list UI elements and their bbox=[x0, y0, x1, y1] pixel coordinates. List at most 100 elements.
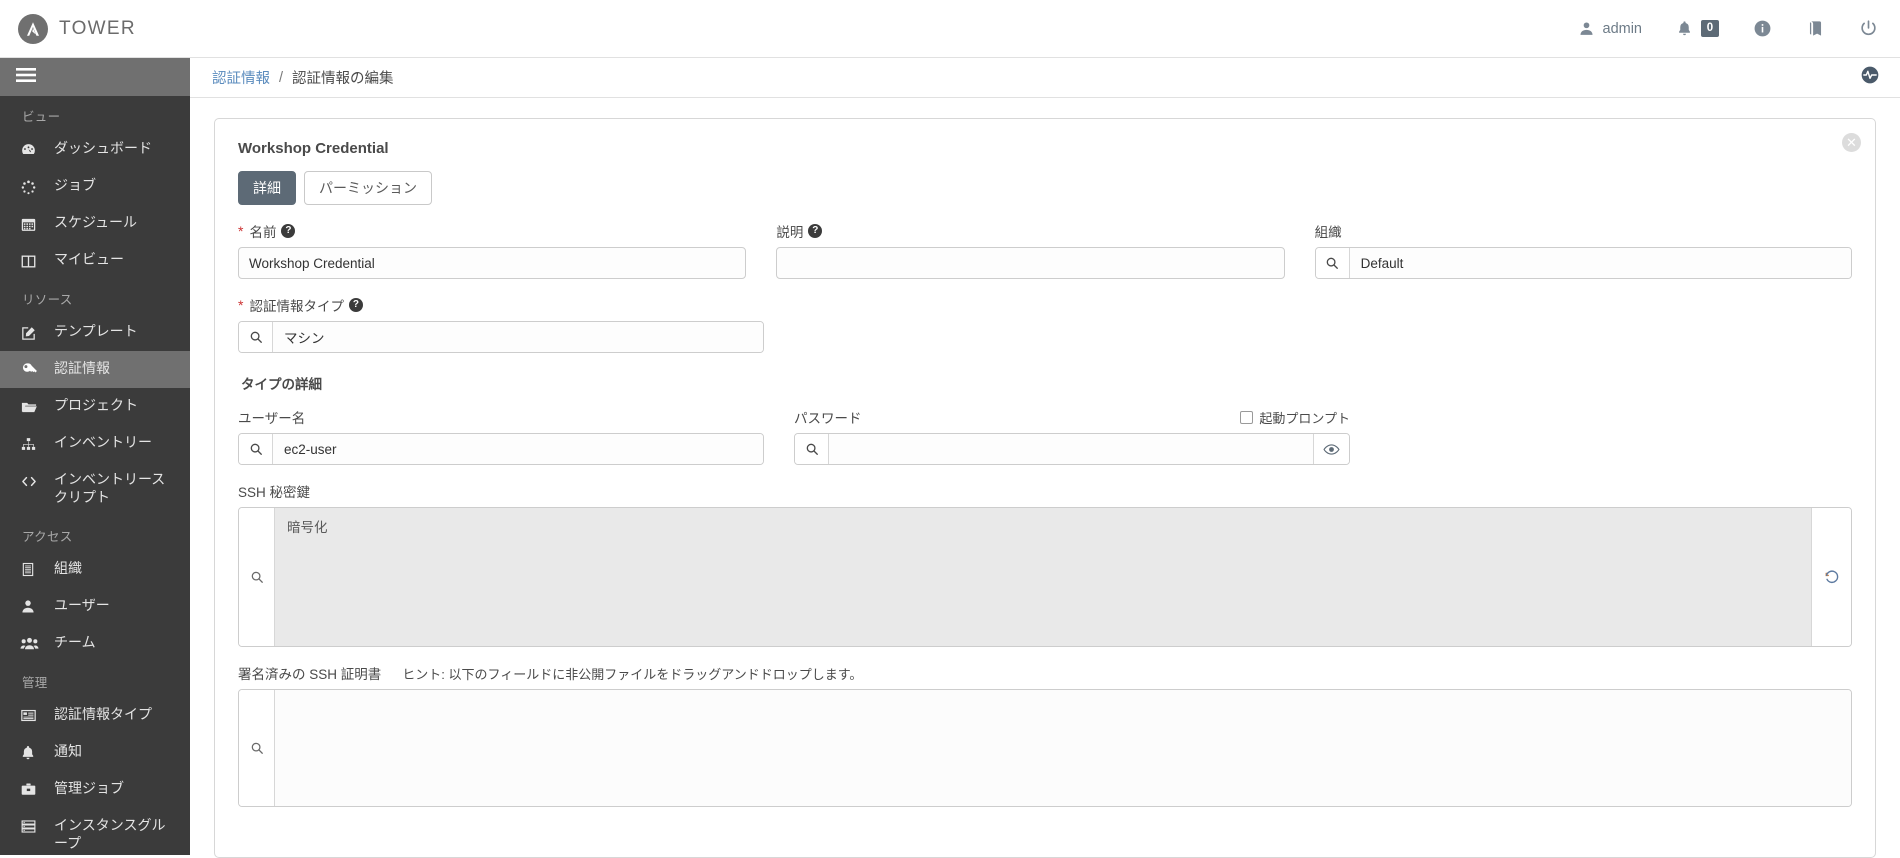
activity-stream-icon[interactable] bbox=[1860, 65, 1880, 90]
username-input[interactable]: ec2-user bbox=[273, 434, 763, 464]
credential-type-input[interactable]: マシン bbox=[273, 322, 763, 352]
ssh-private-key-label-row: SSH 秘密鍵 bbox=[238, 481, 1852, 501]
brand[interactable]: TOWER bbox=[18, 13, 136, 44]
close-icon[interactable]: ✕ bbox=[1842, 133, 1861, 152]
eye-icon[interactable] bbox=[1313, 434, 1349, 464]
signed-ssh-cert-label: 署名済みの SSH 証明書 bbox=[238, 667, 382, 682]
sidebar-item-label: テンプレート bbox=[54, 323, 138, 339]
sidebar-item-label: プロジェクト bbox=[54, 397, 138, 413]
ask-at-launch-toggle[interactable]: 起動プロンプト bbox=[1240, 408, 1350, 427]
hamburger-icon bbox=[16, 67, 36, 88]
ask-at-launch-checkbox[interactable] bbox=[1240, 410, 1254, 424]
sidebar-item-templates[interactable]: テンプレート bbox=[0, 314, 190, 351]
sidebar-item-users[interactable]: ユーザー bbox=[0, 588, 190, 625]
bell-icon bbox=[20, 744, 42, 762]
breadcrumb-current: 認証情報の編集 bbox=[292, 71, 394, 87]
signed-ssh-cert-textarea[interactable] bbox=[275, 690, 1851, 806]
users-icon bbox=[20, 635, 42, 653]
user-menu[interactable]: admin bbox=[1578, 20, 1642, 37]
sidebar-item-instance-groups[interactable]: インスタンスグループ bbox=[0, 808, 190, 855]
name-input[interactable]: Workshop Credential bbox=[238, 247, 747, 279]
logout-button[interactable] bbox=[1859, 19, 1878, 38]
tab-details[interactable]: 詳細 bbox=[238, 171, 296, 205]
credential-type-input-value: マシン bbox=[284, 331, 325, 346]
name-required-marker: * bbox=[238, 223, 244, 239]
ssh-private-key-value: 暗号化 bbox=[287, 520, 328, 535]
sidebar-toggle[interactable] bbox=[0, 58, 190, 96]
about-button[interactable] bbox=[1753, 19, 1772, 38]
sidebar-item-inventories[interactable]: インベントリー bbox=[0, 425, 190, 462]
brand-text: TOWER bbox=[59, 17, 136, 39]
sidebar-item-label: インベントリー bbox=[54, 434, 152, 450]
field-credential-type: * 認証情報タイプ ? マシン bbox=[238, 295, 794, 353]
ssh-private-key-label: SSH 秘密鍵 bbox=[238, 485, 311, 500]
main-region: 認証情報 / 認証情報の編集 ✕ Workshop Credential 詳細 … bbox=[190, 58, 1900, 858]
sidebar-item-projects[interactable]: プロジェクト bbox=[0, 388, 190, 425]
search-icon[interactable] bbox=[239, 508, 275, 646]
question-icon[interactable]: ? bbox=[281, 224, 296, 238]
template-edit-icon bbox=[20, 324, 42, 342]
field-name: * 名前 ? Workshop Credential bbox=[238, 221, 776, 279]
password-label-row: パスワード 起動プロンプト bbox=[794, 407, 1350, 427]
bell-icon bbox=[1676, 20, 1693, 37]
building-icon bbox=[20, 561, 42, 579]
organization-input-value: Default bbox=[1360, 255, 1404, 271]
field-organization: 組織 Default bbox=[1314, 221, 1852, 279]
organization-label-row: 組織 bbox=[1315, 221, 1852, 241]
ssh-private-key-textarea[interactable]: 暗号化 bbox=[275, 508, 1811, 646]
sidebar-item-management-jobs[interactable]: 管理ジョブ bbox=[0, 771, 190, 808]
sidebar-item-jobs[interactable]: ジョブ bbox=[0, 168, 190, 205]
form-row-1: * 名前 ? Workshop Credential 説明 ? 組織 Defau… bbox=[238, 221, 1852, 279]
sidebar-item-credentials[interactable]: 認証情報 bbox=[0, 351, 190, 388]
breadcrumb-parent[interactable]: 認証情報 bbox=[212, 67, 270, 88]
search-icon[interactable] bbox=[795, 434, 829, 464]
organization-input-group[interactable]: Default bbox=[1314, 247, 1852, 279]
sidebar-item-organizations[interactable]: 組織 bbox=[0, 551, 190, 588]
id-card-icon bbox=[20, 707, 42, 725]
jobs-icon bbox=[20, 178, 42, 196]
password-input-group[interactable] bbox=[794, 433, 1350, 465]
description-input[interactable] bbox=[776, 247, 1285, 279]
sidebar-item-label: 組織 bbox=[54, 559, 82, 576]
name-input-value: Workshop Credential bbox=[249, 255, 375, 271]
ssh-private-key-group[interactable]: 暗号化 bbox=[238, 507, 1852, 647]
sitemap-icon bbox=[20, 435, 42, 453]
sidebar-item-credential-types[interactable]: 認証情報タイプ bbox=[0, 697, 190, 734]
sidebar-item-schedules[interactable]: スケジュール bbox=[0, 205, 190, 242]
sidebar-item-label: ユーザー bbox=[54, 596, 110, 613]
key-icon bbox=[20, 361, 42, 379]
ansible-logo-icon bbox=[18, 13, 48, 44]
user-icon bbox=[20, 598, 42, 616]
name-label: 名前 bbox=[249, 225, 277, 240]
credential-type-input-group[interactable]: マシン bbox=[238, 321, 764, 353]
masthead-actions: admin 0 bbox=[1544, 19, 1879, 38]
signed-ssh-cert-group[interactable] bbox=[238, 689, 1852, 807]
tab-permissions[interactable]: パーミッション bbox=[304, 171, 432, 205]
type-details-heading: タイプの詳細 bbox=[241, 377, 322, 392]
organization-input[interactable]: Default bbox=[1349, 248, 1851, 278]
sidebar-item-my-view[interactable]: マイビュー bbox=[0, 242, 190, 279]
question-icon[interactable]: ? bbox=[808, 224, 823, 238]
username-label: ユーザー名 bbox=[238, 411, 306, 426]
sidebar-item-notifications[interactable]: 通知 bbox=[0, 734, 190, 771]
search-icon[interactable] bbox=[239, 322, 273, 352]
search-icon[interactable] bbox=[239, 434, 273, 464]
revert-icon[interactable] bbox=[1811, 508, 1851, 646]
search-icon[interactable] bbox=[1315, 248, 1350, 278]
sidebar-item-label: 認証情報タイプ bbox=[54, 705, 152, 722]
sidebar: ビュー ダッシュボード ジョブ スケジュール マイビュー リソース テンプレート 認証情報 プロ… bbox=[0, 58, 190, 855]
username-input-group[interactable]: ec2-user bbox=[238, 433, 764, 465]
masthead: TOWER admin 0 bbox=[0, 0, 1900, 58]
sidebar-item-inventory-scripts[interactable]: インベントリースクリプト bbox=[0, 462, 190, 516]
search-icon[interactable] bbox=[239, 690, 275, 806]
password-input[interactable] bbox=[829, 434, 1313, 464]
sidebar-item-label: スケジュール bbox=[54, 214, 138, 230]
documentation-button[interactable] bbox=[1806, 19, 1825, 38]
question-icon[interactable]: ? bbox=[348, 298, 363, 312]
server-icon bbox=[20, 818, 42, 836]
password-label: パスワード bbox=[794, 411, 862, 426]
sidebar-item-teams[interactable]: チーム bbox=[0, 625, 190, 662]
sidebar-item-dashboard[interactable]: ダッシュボード bbox=[0, 131, 190, 168]
notifications-button[interactable]: 0 bbox=[1676, 20, 1719, 37]
page-title: Workshop Credential bbox=[238, 140, 389, 157]
